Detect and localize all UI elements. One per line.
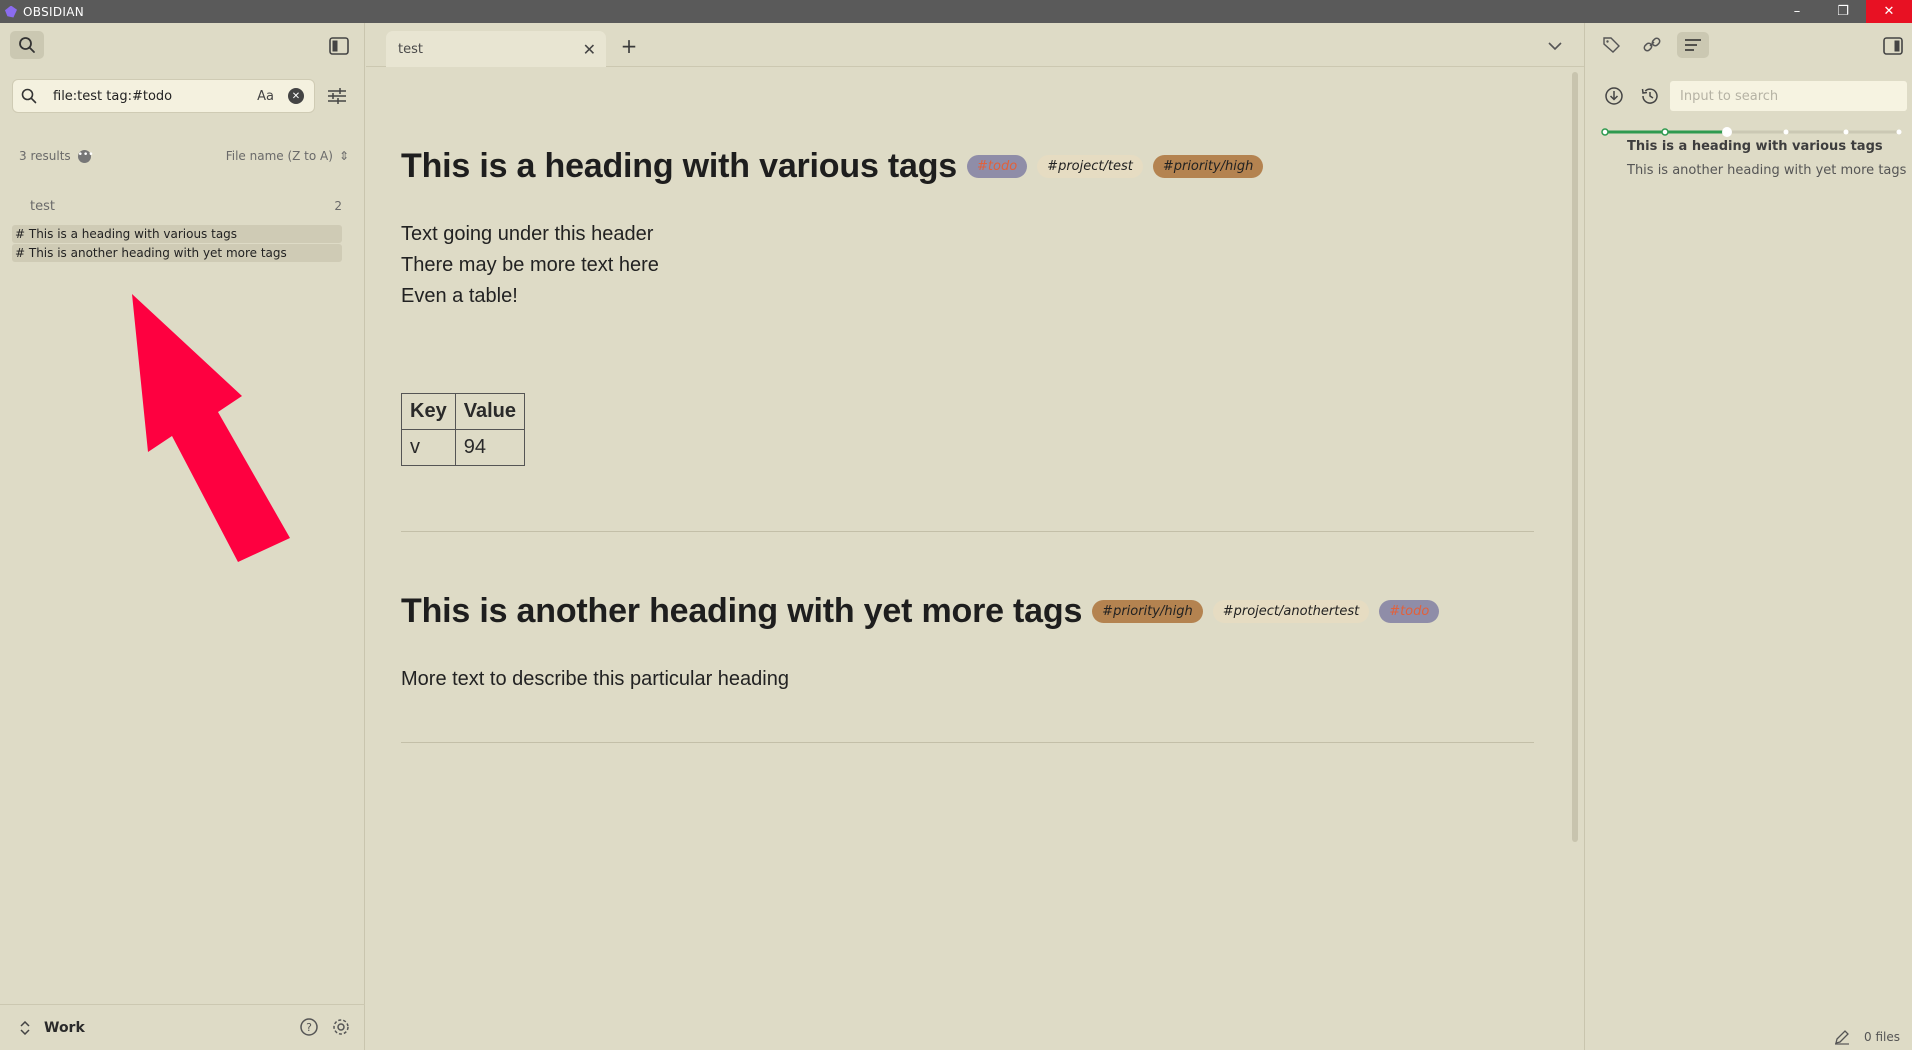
more-options-icon[interactable]: ••• <box>77 149 94 163</box>
help-button[interactable]: ? <box>298 1016 320 1038</box>
maximize-button[interactable]: ❐ <box>1820 0 1866 23</box>
sidebar-toggle-icon <box>1883 37 1903 55</box>
table-cell: 94 <box>454 429 525 466</box>
close-window-button[interactable]: ✕ <box>1866 0 1912 23</box>
table-row: v 94 <box>401 429 525 466</box>
editor-scrollbar[interactable] <box>1572 72 1578 842</box>
tag-todo[interactable]: #todo <box>967 155 1028 178</box>
outline-item[interactable]: This is a heading with various tags <box>1627 139 1883 154</box>
search-icon <box>19 37 35 53</box>
tags-view-button[interactable] <box>1599 32 1625 58</box>
heading-1: This is a heading with various tags #tod… <box>401 147 1264 186</box>
vault-name: Work <box>44 1019 85 1036</box>
svg-text:?: ? <box>306 1021 312 1034</box>
outgoing-links-button[interactable] <box>1639 32 1665 58</box>
download-circle-icon <box>1605 87 1623 105</box>
heading-level-slider[interactable] <box>1601 125 1903 139</box>
result-match-count: 2 <box>334 199 342 213</box>
link-icon <box>1643 37 1661 52</box>
tab-list-dropdown[interactable] <box>1544 35 1566 57</box>
paragraph-line: Text going under this header <box>401 223 654 245</box>
clear-search-icon[interactable]: ✕ <box>288 88 304 104</box>
paragraph: Text going under this header There may b… <box>401 219 659 281</box>
editor-content: This is a heading with various tags #tod… <box>366 67 1584 1050</box>
download-button[interactable] <box>1601 83 1627 109</box>
tab-test[interactable]: test ✕ <box>386 31 606 67</box>
tag-todo[interactable]: #todo <box>1379 600 1440 623</box>
heading-text: This is another heading with yet more ta… <box>401 592 1083 630</box>
search-box: Aa ✕ <box>12 79 315 113</box>
sidebar-toggle-icon <box>329 37 349 55</box>
chevron-down-icon <box>1548 42 1562 51</box>
heading-text: This is a heading with various tags <box>401 147 958 185</box>
settings-button[interactable] <box>330 1016 352 1038</box>
sort-label: File name (Z to A) <box>225 149 333 163</box>
search-results-summary: 3 results ••• File name (Z to A) ⇕ <box>19 149 349 163</box>
key-value-table: Key Value v 94 <box>401 393 525 466</box>
heading-2: This is another heading with yet more ta… <box>401 592 1440 631</box>
search-match-item[interactable]: # This is a heading with various tags <box>12 225 342 243</box>
tab-bar: test ✕ + <box>366 23 1584 67</box>
pencil-icon[interactable] <box>1834 1029 1850 1045</box>
results-count: 3 results <box>19 149 71 163</box>
history-button[interactable] <box>1637 83 1663 109</box>
right-sidebar: This is a heading with various tags This… <box>1584 23 1912 1050</box>
app-title: OBSIDIAN <box>23 4 84 19</box>
paragraph: Even a table! <box>401 285 518 307</box>
left-sidebar-header <box>0 23 364 67</box>
search-icon <box>21 88 43 104</box>
updown-chevron-icon: ⇕ <box>338 149 349 163</box>
search-tab-button[interactable] <box>10 31 44 59</box>
search-result-file[interactable]: test 2 <box>30 199 342 214</box>
table-header-cell: Value <box>454 393 525 430</box>
match-case-toggle[interactable]: Aa <box>257 89 274 104</box>
table-header-row: Key Value <box>401 393 525 430</box>
tag-project-test[interactable]: #project/test <box>1037 155 1143 178</box>
help-icon: ? <box>300 1018 318 1036</box>
title-bar: OBSIDIAN – ❐ ✕ <box>0 0 1912 23</box>
sliders-icon <box>328 88 346 104</box>
sort-dropdown[interactable]: File name (Z to A) ⇕ <box>226 149 349 163</box>
horizontal-rule <box>401 531 1534 532</box>
tag-priority-high[interactable]: #priority/high <box>1152 155 1264 178</box>
close-tab-icon[interactable]: ✕ <box>583 40 596 59</box>
collapse-right-sidebar-button[interactable] <box>1880 33 1906 59</box>
tag-project-anothertest[interactable]: #project/anothertest <box>1212 600 1370 623</box>
plus-icon: + <box>620 34 638 58</box>
tab-label: test <box>398 41 423 57</box>
tags-icon <box>1603 37 1620 53</box>
paragraph: More text to describe this particular he… <box>401 668 789 690</box>
tag-priority-high[interactable]: #priority/high <box>1092 600 1203 623</box>
table-header-cell: Key <box>401 393 456 430</box>
updown-chevron-icon <box>20 1020 30 1035</box>
gear-icon <box>333 1019 349 1035</box>
horizontal-rule <box>401 742 1534 743</box>
status-bar: 0 files <box>1834 1029 1900 1045</box>
obsidian-logo-icon <box>5 5 17 18</box>
outline-icon <box>1685 39 1701 51</box>
search-settings-button[interactable] <box>326 85 348 107</box>
outline-view-button[interactable] <box>1677 32 1709 58</box>
new-tab-button[interactable]: + <box>616 33 642 59</box>
file-count: 0 files <box>1864 1030 1900 1044</box>
paragraph-line: There may be more text here <box>401 254 659 276</box>
table-cell: v <box>401 429 456 466</box>
left-sidebar: Aa ✕ 3 results ••• File name (Z to A) ⇕ … <box>0 23 365 1050</box>
history-icon <box>1641 88 1658 104</box>
outline-item[interactable]: This is another heading with yet more ta… <box>1627 163 1906 178</box>
vault-switcher[interactable]: Work <box>20 1020 85 1036</box>
search-input[interactable] <box>43 81 258 111</box>
annotation-arrow <box>132 294 290 562</box>
outline-search-input[interactable] <box>1670 81 1907 111</box>
minimize-button[interactable]: – <box>1774 0 1820 23</box>
collapse-left-sidebar-button[interactable] <box>326 33 352 59</box>
search-match-item[interactable]: # This is another heading with yet more … <box>12 244 342 262</box>
result-file-name: test <box>30 199 55 214</box>
